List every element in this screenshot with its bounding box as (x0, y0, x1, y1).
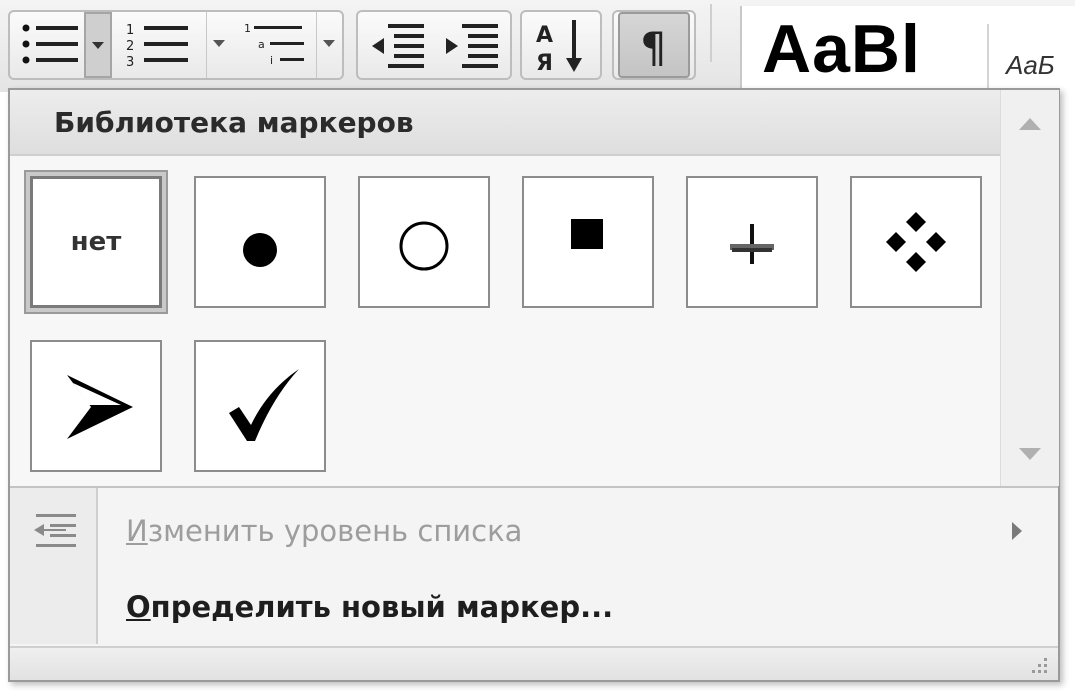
style-sample-heading[interactable]: AaBl (762, 10, 921, 88)
bullet-option-none[interactable]: нет (30, 176, 162, 308)
decrease-indent-icon (372, 24, 424, 68)
bullets-dropdown-button[interactable] (84, 12, 112, 78)
indent-buttons-group (356, 10, 512, 80)
svg-text:2: 2 (126, 39, 134, 54)
bullets-button[interactable] (12, 12, 84, 78)
svg-text:1: 1 (126, 23, 134, 38)
scroll-down-button[interactable] (1011, 434, 1049, 474)
menu-item-define-new-bullet[interactable]: Определить новый маркер... (10, 570, 1058, 644)
define-new-accelerator: О (126, 590, 151, 624)
svg-text:a: a (258, 38, 265, 51)
bullets-dropdown-panel: Библиотека маркеров нет Изменить уровень… (8, 88, 1060, 682)
multilevel-list-icon: 1 a i (244, 22, 304, 67)
sort-letter-bottom: Я (536, 51, 553, 76)
svg-text:3: 3 (126, 55, 134, 70)
cross-icon (730, 224, 774, 264)
define-new-text: пределить новый маркер... (150, 590, 614, 624)
ribbon-separator (710, 4, 712, 62)
chevron-down-icon (323, 40, 335, 47)
pilcrow-icon: ¶ (640, 23, 667, 72)
change-list-level-label: Изменить уровень списка (126, 514, 522, 548)
define-new-bullet-label: Определить новый маркер... (126, 590, 613, 624)
submenu-arrow-icon (1010, 520, 1024, 546)
sort-letter-top: А (536, 23, 553, 48)
bullet-option-cross[interactable] (686, 176, 818, 308)
bullet-library-header: Библиотека маркеров (10, 90, 1000, 156)
change-level-icon (30, 510, 82, 556)
sort-group: А Я (520, 10, 602, 80)
svg-text:1: 1 (244, 22, 251, 35)
scroll-up-button[interactable] (1011, 104, 1049, 144)
bullet-option-diamond-cluster[interactable] (850, 176, 982, 308)
gallery-scrollbar[interactable] (1000, 90, 1059, 486)
bullet-option-hollow-circle[interactable] (358, 176, 490, 308)
numbering-button[interactable]: 1 2 3 (122, 12, 202, 78)
decrease-indent-button[interactable] (364, 12, 432, 78)
chevron-down-icon (92, 42, 104, 49)
ribbon-paragraph-group: 1 2 3 1 a i А Я ¶ AaBl AaБ (0, 0, 1075, 92)
checkmark-icon (229, 369, 299, 441)
menu-divider (10, 486, 1058, 488)
multilevel-list-button[interactable]: 1 a i (242, 12, 318, 78)
arrowhead-icon (67, 375, 133, 439)
numbering-icon: 1 2 3 (126, 23, 188, 70)
increase-indent-button[interactable] (438, 12, 506, 78)
filled-square-icon (571, 219, 603, 249)
bullet-option-arrowhead[interactable] (30, 340, 162, 472)
resize-grip-icon[interactable] (1028, 654, 1050, 676)
bullet-option-filled-square[interactable] (522, 176, 654, 308)
change-level-text: зменить уровень списка (147, 514, 523, 548)
style-separator (987, 24, 989, 92)
pilcrow-glyph: ¶ (640, 23, 667, 72)
numbering-dropdown-button[interactable] (206, 12, 232, 78)
panel-footer (10, 646, 1058, 680)
sort-button[interactable]: А Я (528, 12, 596, 78)
quick-styles-gallery: AaBl AaБ (740, 6, 1075, 92)
diamond-cluster-icon (886, 212, 946, 272)
multilevel-dropdown-button[interactable] (316, 12, 342, 78)
chevron-up-icon (1019, 118, 1041, 130)
chevron-down-icon (1019, 448, 1041, 460)
style-sample-normal[interactable]: AaБ (1006, 50, 1055, 81)
increase-indent-icon (446, 24, 498, 68)
show-marks-group: ¶ (612, 10, 696, 80)
show-formatting-marks-button[interactable]: ¶ (618, 12, 690, 78)
change-level-accelerator: И (126, 514, 148, 548)
bullet-none-label: нет (70, 227, 122, 257)
svg-text:i: i (270, 54, 273, 67)
filled-circle-icon (243, 233, 277, 267)
bullet-option-checkmark[interactable] (194, 340, 326, 472)
list-buttons-group: 1 2 3 1 a i (8, 10, 344, 80)
hollow-circle-icon (399, 221, 449, 271)
bullets-icon (22, 24, 78, 64)
bullet-library-gallery: Библиотека маркеров нет (10, 90, 1000, 486)
bullet-library-title: Библиотека маркеров (54, 106, 414, 139)
chevron-down-icon (213, 40, 225, 47)
bullet-option-filled-circle[interactable] (194, 176, 326, 308)
menu-item-change-list-level: Изменить уровень списка (10, 494, 1058, 568)
sort-icon: А Я (536, 20, 582, 76)
